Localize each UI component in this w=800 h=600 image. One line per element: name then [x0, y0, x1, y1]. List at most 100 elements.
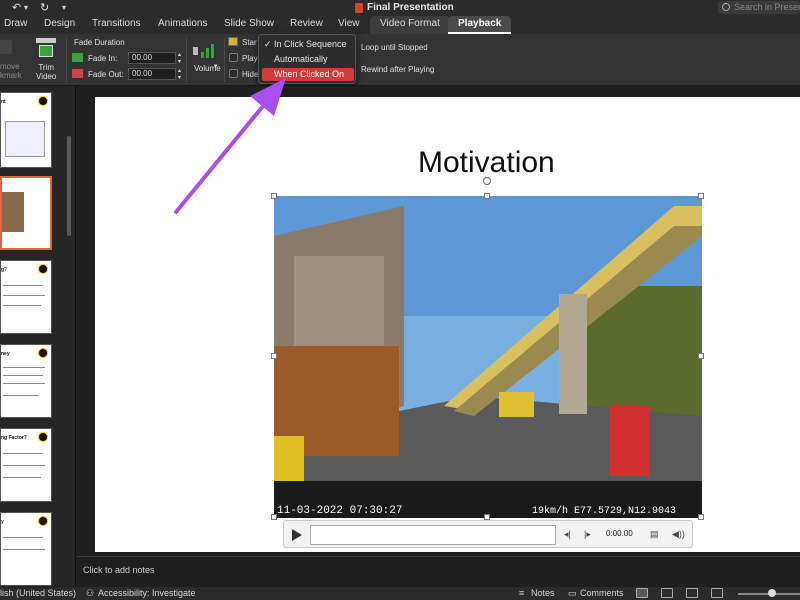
notes-icon: ≡: [519, 588, 525, 598]
play-full-screen-label: Play: [242, 54, 258, 63]
logo-icon: [38, 96, 48, 106]
start-option-when-clicked-on[interactable]: When Clicked On: [262, 68, 354, 81]
fade-in-icon: [72, 53, 83, 62]
slide-show-button[interactable]: [711, 588, 723, 598]
tab-slide-show[interactable]: Slide Show: [224, 18, 274, 29]
tab-design[interactable]: Design: [44, 18, 75, 29]
hide-while-not-playing-label: Hide: [242, 70, 259, 79]
slide-sorter-view-button[interactable]: [661, 588, 673, 598]
resize-handle[interactable]: [698, 514, 704, 520]
logo-icon: [38, 264, 48, 274]
step-forward-icon[interactable]: |▸: [584, 529, 591, 540]
video-object[interactable]: 11-03-2022 07:30:27 19km/h E77.5729,N12.…: [274, 196, 702, 518]
loop-until-stopped-option[interactable]: Loop until Stopped: [361, 43, 428, 52]
slide-thumbnail[interactable]: y: [0, 512, 52, 586]
tab-transitions[interactable]: Transitions: [92, 18, 141, 29]
fade-out-input[interactable]: 00.00: [128, 68, 176, 80]
tab-draw[interactable]: Draw: [4, 18, 27, 29]
fade-in-stepper[interactable]: ▴ ▾: [178, 51, 181, 65]
thumbnail-title: g?: [1, 267, 8, 273]
tab-video-format[interactable]: Video Format: [370, 16, 450, 34]
redo-icon[interactable]: ↻: [40, 1, 49, 14]
search-placeholder: Search in Presentation: [734, 2, 800, 12]
rotate-handle[interactable]: [483, 177, 491, 185]
title-bar: ↶ ▾ ↻ ▾ Final Presentation Search in Pre…: [0, 0, 800, 16]
tab-animations[interactable]: Animations: [158, 18, 207, 29]
undo-icon[interactable]: ↶: [12, 1, 21, 14]
slide-thumbnail-active[interactable]: [0, 176, 52, 250]
status-bar: lish (United States) ⚇ Accessibility: In…: [0, 587, 800, 600]
start-dropdown-menu: ✓ In Click Sequence Automatically When C…: [258, 34, 356, 84]
notes-button[interactable]: Notes: [531, 588, 555, 598]
step-back-icon[interactable]: ◂|: [564, 529, 571, 540]
window-title: Final Presentation: [367, 2, 454, 13]
trim-video-button[interactable]: Trim Video: [36, 63, 56, 81]
start-option-label: Automatically: [274, 54, 328, 64]
fade-out-icon: [72, 69, 83, 78]
customize-toolbar-icon[interactable]: ▾: [62, 3, 66, 12]
fade-out-label: Fade Out:: [88, 70, 124, 79]
logo-icon: [38, 516, 48, 526]
zoom-slider-knob[interactable]: [768, 589, 776, 597]
fade-duration-label: Fade Duration: [74, 38, 125, 47]
play-icon[interactable]: [292, 529, 302, 541]
reading-view-button[interactable]: [686, 588, 698, 598]
fade-in-input[interactable]: 00.00: [128, 52, 176, 64]
video-time: 0:00.00: [606, 529, 633, 538]
comments-button[interactable]: Comments: [580, 588, 624, 598]
rewind-after-playing-option[interactable]: Rewind after Playing: [361, 65, 434, 74]
video-progress-track[interactable]: [310, 525, 556, 545]
slide-thumbnail[interactable]: ney: [0, 344, 52, 418]
start-option-label: When Clicked On: [274, 69, 345, 79]
fade-out-stepper[interactable]: ▴ ▾: [178, 67, 181, 81]
fade-in-label: Fade In:: [88, 54, 118, 63]
tab-review[interactable]: Review: [290, 18, 323, 29]
accessibility-status[interactable]: Accessibility: Investigate: [98, 588, 196, 598]
slide-thumbnail[interactable]: nt: [0, 92, 52, 168]
logo-icon: [38, 348, 48, 358]
undo-dropdown-icon[interactable]: ▾: [24, 3, 28, 12]
tab-view[interactable]: View: [338, 18, 360, 29]
notes-pane[interactable]: Click to add notes: [77, 556, 800, 584]
language-status[interactable]: lish (United States): [0, 588, 76, 598]
start-option-in-click-sequence[interactable]: ✓ In Click Sequence: [262, 38, 354, 51]
thumbnail-title: ney: [1, 351, 10, 357]
resize-handle[interactable]: [484, 193, 490, 199]
captions-icon[interactable]: ▤: [650, 529, 659, 540]
resize-handle[interactable]: [698, 193, 704, 199]
hide-while-not-playing-checkbox[interactable]: [229, 69, 238, 78]
video-player-controls: ◂| |▸ 0:00.00 ▤ ◀)): [283, 520, 693, 548]
remove-bookmark-icon[interactable]: [0, 40, 12, 54]
normal-view-button[interactable]: [636, 588, 648, 598]
speaker-icon[interactable]: ◀)): [672, 529, 685, 540]
play-full-screen-checkbox[interactable]: [229, 53, 238, 62]
ribbon-separator: [186, 38, 187, 82]
slide-title[interactable]: Motivation: [418, 146, 555, 180]
slide-thumbnail[interactable]: ng Factor?: [0, 428, 52, 502]
volume-dropdown-icon[interactable]: ▾: [214, 62, 218, 70]
logo-icon: [38, 432, 48, 442]
thumbnail-title: nt: [1, 99, 6, 105]
start-icon: [228, 37, 238, 46]
thumbnail-scrollbar[interactable]: [67, 136, 71, 236]
tab-playback[interactable]: Playback: [448, 16, 512, 34]
resize-handle[interactable]: [271, 353, 277, 359]
ribbon-separator: [66, 38, 67, 82]
resize-handle[interactable]: [698, 353, 704, 359]
start-option-automatically[interactable]: Automatically: [262, 53, 354, 66]
trim-video-icon[interactable]: [36, 38, 56, 60]
search-input[interactable]: Search in Presentation: [718, 1, 800, 14]
video-timestamp-overlay: 11-03-2022 07:30:27: [277, 505, 402, 517]
remove-bookmark-button[interactable]: move kmark: [0, 62, 22, 80]
thumbnail-video-preview: [2, 192, 24, 232]
volume-icon[interactable]: [193, 42, 219, 60]
accessibility-icon: ⚇: [86, 588, 95, 598]
ribbon-separator: [224, 38, 225, 82]
thumbnail-title: ng Factor?: [1, 435, 27, 441]
resize-handle[interactable]: [271, 193, 277, 199]
comments-icon: ▭: [568, 588, 577, 598]
powerpoint-doc-icon: [355, 3, 363, 13]
start-option-label: In Click Sequence: [274, 39, 347, 49]
resize-handle[interactable]: [271, 514, 277, 520]
slide-thumbnail[interactable]: g?: [0, 260, 52, 334]
